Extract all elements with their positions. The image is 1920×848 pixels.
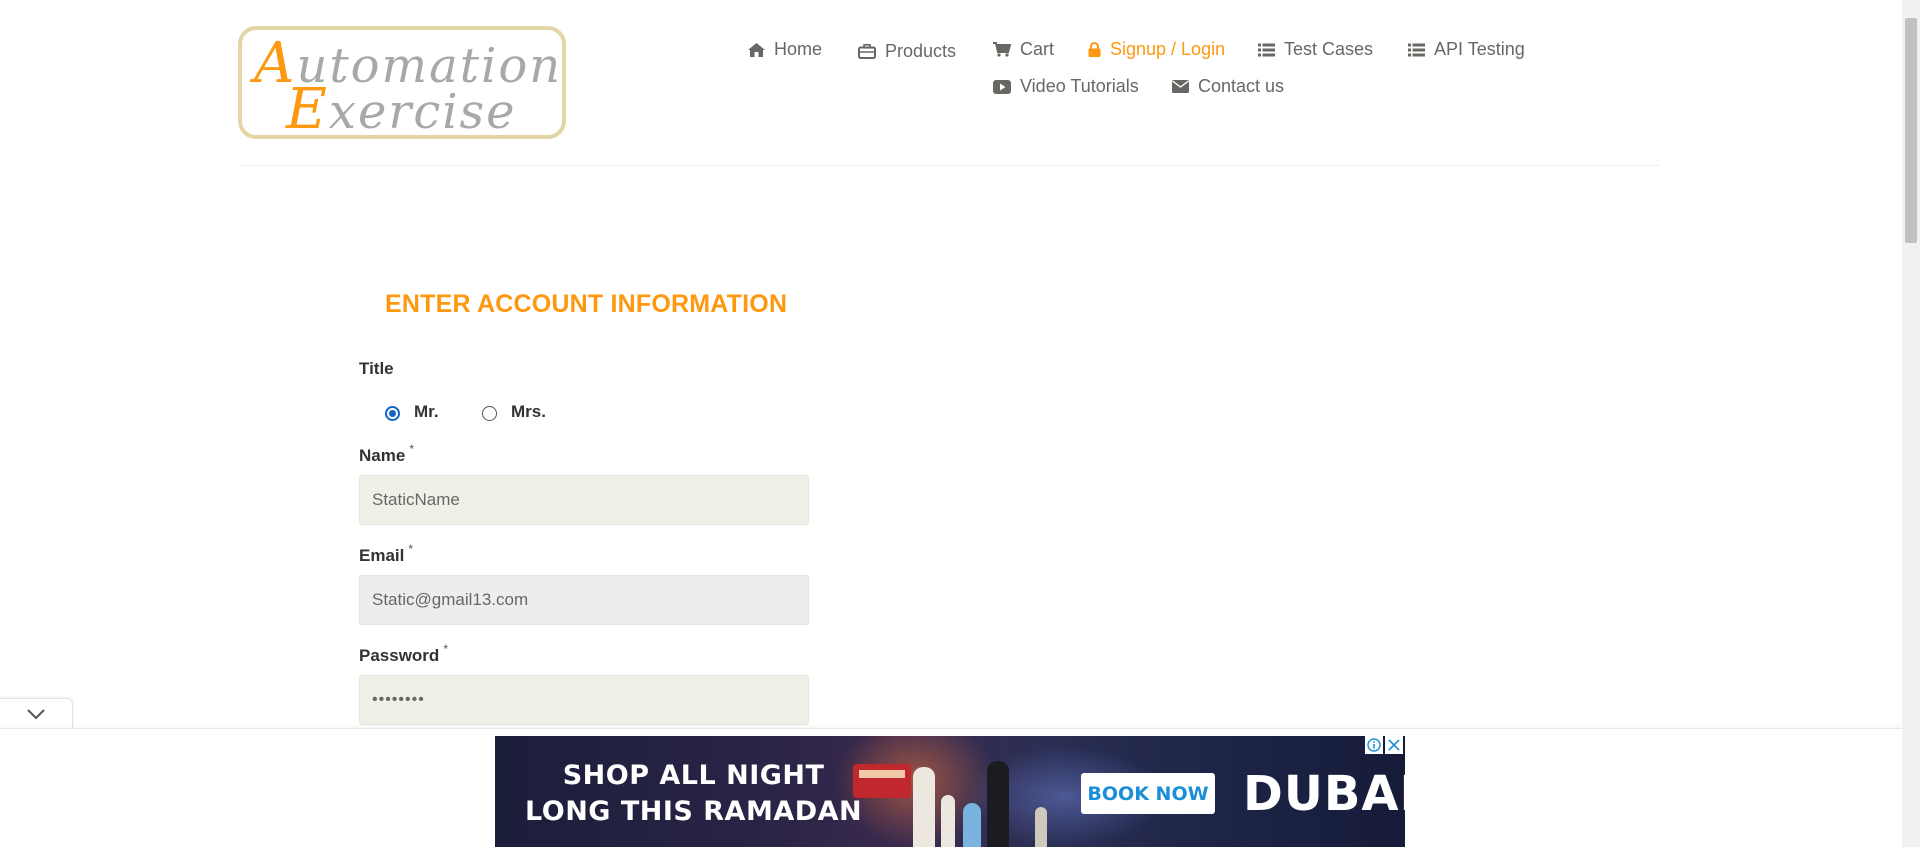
form-heading: ENTER ACCOUNT INFORMATION	[385, 290, 788, 318]
title-mr-radio[interactable]	[385, 406, 400, 421]
list-icon	[1258, 43, 1275, 56]
nav-video-tutorials[interactable]: Video Tutorials	[993, 76, 1139, 97]
name-input[interactable]: StaticName	[359, 475, 809, 525]
ad-book-now-button[interactable]: BOOK NOW	[1081, 773, 1215, 814]
nav-home-label: Home	[774, 39, 823, 59]
nav-api-testing[interactable]: API Testing	[1408, 39, 1525, 60]
ad-photo-person	[941, 795, 955, 847]
ad-photo-person	[1035, 807, 1047, 847]
nav-cart-label: Cart	[1020, 39, 1055, 59]
ad-close-icon[interactable]	[1385, 736, 1403, 754]
nav-cart[interactable]: Cart	[993, 39, 1054, 60]
site-logo[interactable]: Automation Exercise	[238, 26, 566, 139]
nav-products[interactable]: Products	[858, 41, 956, 62]
ad-headline-line-1: SHOP ALL NIGHT	[562, 760, 825, 791]
chevron-down-icon	[27, 709, 45, 720]
nav-contact-us-label: Contact us	[1198, 76, 1285, 96]
lock-icon	[1088, 42, 1101, 57]
ad-brand-logo: DUBAI	[1243, 766, 1405, 822]
ad-banner[interactable]: SHOP ALL NIGHT LONG THIS RAMADAN BOOK NO…	[495, 736, 1405, 847]
ad-info-icon[interactable]	[1365, 736, 1383, 754]
name-label: Name *	[359, 442, 414, 465]
nav-test-cases[interactable]: Test Cases	[1258, 39, 1373, 60]
envelope-icon	[1172, 80, 1189, 93]
list-icon	[1408, 43, 1425, 56]
title-mrs-radio[interactable]	[482, 406, 497, 421]
header-divider	[238, 165, 1660, 166]
password-input[interactable]: ••••••••	[359, 675, 809, 725]
email-input[interactable]: Static@gmail13.com	[359, 575, 809, 625]
ad-headline: SHOP ALL NIGHT LONG THIS RAMADAN	[525, 758, 862, 830]
ad-photo-person	[913, 767, 935, 847]
nav-signup-login[interactable]: Signup / Login	[1088, 39, 1225, 60]
ad-headline-line-2: LONG THIS RAMADAN	[525, 796, 863, 827]
title-mr-label[interactable]: Mr.	[414, 402, 439, 422]
scrollbar-thumb[interactable]	[1905, 18, 1917, 243]
ad-photo-person	[963, 803, 981, 847]
home-icon	[748, 42, 765, 57]
ad-photo-person	[987, 761, 1009, 847]
nav-signup-login-label: Signup / Login	[1110, 39, 1226, 59]
nav-api-testing-label: API Testing	[1434, 39, 1525, 59]
nav-test-cases-label: Test Cases	[1284, 39, 1374, 59]
email-label: Email *	[359, 542, 414, 565]
cart-icon	[993, 42, 1011, 57]
title-mrs-label[interactable]: Mrs.	[511, 402, 546, 422]
ad-collapse-toggle[interactable]	[0, 698, 73, 729]
briefcase-icon	[858, 44, 876, 59]
nav-products-label: Products	[885, 41, 957, 61]
nav-home[interactable]: Home	[748, 39, 822, 60]
password-label: Password *	[359, 642, 448, 665]
nav-video-tutorials-label: Video Tutorials	[1020, 76, 1139, 96]
youtube-play-icon	[993, 79, 1011, 94]
nav-contact-us[interactable]: Contact us	[1172, 76, 1284, 97]
page-scrollbar[interactable]	[1902, 0, 1920, 847]
logo-line-2: Exercise	[286, 77, 517, 142]
title-label: Title	[359, 359, 394, 378]
